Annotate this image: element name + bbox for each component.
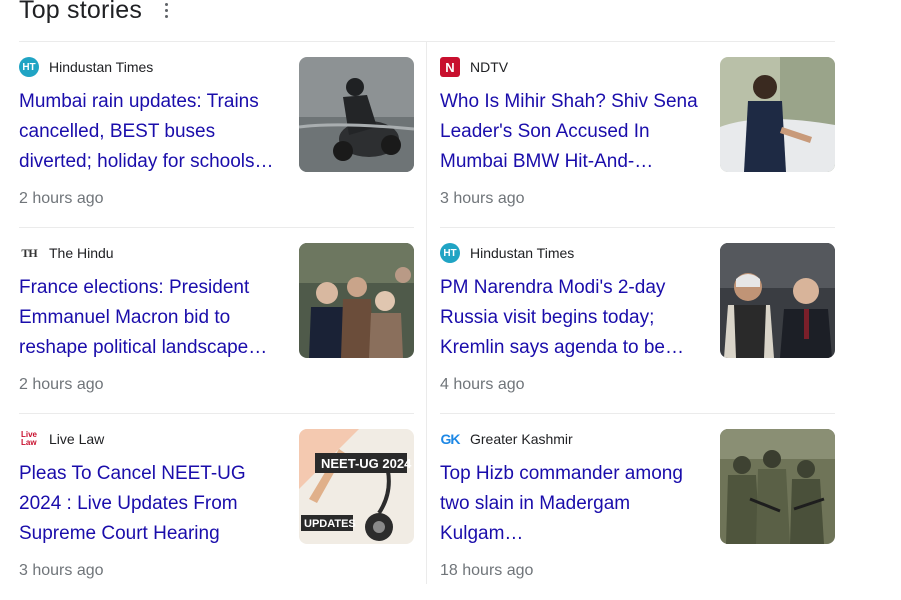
story-source: Live Law Live Law bbox=[19, 429, 104, 449]
story-thumbnail[interactable] bbox=[720, 57, 835, 172]
story-timestamp: 2 hours ago bbox=[19, 190, 104, 207]
story-timestamp: 4 hours ago bbox=[440, 376, 525, 393]
story-thumbnail[interactable] bbox=[720, 243, 835, 358]
story-source: GK Greater Kashmir bbox=[440, 429, 573, 449]
story-card-6[interactable]: GK Greater Kashmir Top Hizb commander am… bbox=[440, 414, 835, 600]
story-card-5[interactable]: Live Law Live Law Pleas To Cancel NEET-U… bbox=[19, 414, 414, 600]
story-thumbnail[interactable] bbox=[720, 429, 835, 544]
story-card-3[interactable]: TH The Hindu France elections: President… bbox=[19, 228, 414, 414]
story-timestamp: 3 hours ago bbox=[19, 562, 104, 579]
story-thumbnail[interactable] bbox=[299, 57, 414, 172]
hindustan-times-logo-icon: HT bbox=[19, 57, 39, 77]
story-timestamp: 2 hours ago bbox=[19, 376, 104, 393]
story-source: HT Hindustan Times bbox=[19, 57, 153, 77]
ndtv-logo-icon: N bbox=[440, 57, 460, 77]
hindustan-times-logo-icon: HT bbox=[440, 243, 460, 263]
source-name: Live Law bbox=[49, 431, 105, 447]
story-thumbnail[interactable]: NEET-UG 2024 UPDATES bbox=[299, 429, 414, 544]
story-source: TH The Hindu bbox=[19, 243, 114, 263]
source-name: Greater Kashmir bbox=[470, 431, 573, 447]
story-timestamp: 3 hours ago bbox=[440, 190, 525, 207]
source-name: Hindustan Times bbox=[470, 245, 575, 261]
column-divider bbox=[426, 42, 427, 584]
story-source: N NDTV bbox=[440, 57, 508, 77]
story-headline-link[interactable]: Pleas To Cancel NEET-UG 2024 : Live Upda… bbox=[19, 459, 281, 549]
story-thumbnail[interactable] bbox=[299, 243, 414, 358]
story-headline-link[interactable]: Mumbai rain updates: Trains cancelled, B… bbox=[19, 87, 281, 177]
section-title: Top stories bbox=[19, 0, 143, 24]
story-headline-link[interactable]: Top Hizb commander among two slain in Ma… bbox=[440, 459, 702, 549]
source-name: NDTV bbox=[470, 59, 509, 75]
live-law-logo-icon: Live Law bbox=[20, 430, 37, 447]
more-options-icon[interactable] bbox=[158, 0, 174, 20]
story-card-4[interactable]: HT Hindustan Times PM Narendra Modi's 2-… bbox=[440, 228, 835, 414]
story-headline-link[interactable]: Who Is Mihir Shah? Shiv Sena Leader's So… bbox=[440, 87, 702, 177]
source-name: The Hindu bbox=[49, 245, 114, 261]
story-headline-link[interactable]: PM Narendra Modi's 2-day Russia visit be… bbox=[440, 273, 702, 363]
source-name: Hindustan Times bbox=[49, 59, 154, 75]
svg-text:UPDATES: UPDATES bbox=[304, 518, 356, 530]
story-source: HT Hindustan Times bbox=[440, 243, 574, 263]
greater-kashmir-logo-icon: GK bbox=[440, 431, 461, 447]
svg-text:NEET-UG 2024: NEET-UG 2024 bbox=[321, 456, 412, 471]
story-timestamp: 18 hours ago bbox=[440, 562, 534, 579]
top-stories-header: Top stories bbox=[19, 0, 174, 28]
story-headline-link[interactable]: France elections: President Emmanuel Mac… bbox=[19, 273, 281, 363]
story-card-2[interactable]: N NDTV Who Is Mihir Shah? Shiv Sena Lead… bbox=[440, 42, 835, 228]
story-card-1[interactable]: HT Hindustan Times Mumbai rain updates: … bbox=[19, 42, 414, 228]
the-hindu-logo-icon: TH bbox=[21, 245, 37, 260]
